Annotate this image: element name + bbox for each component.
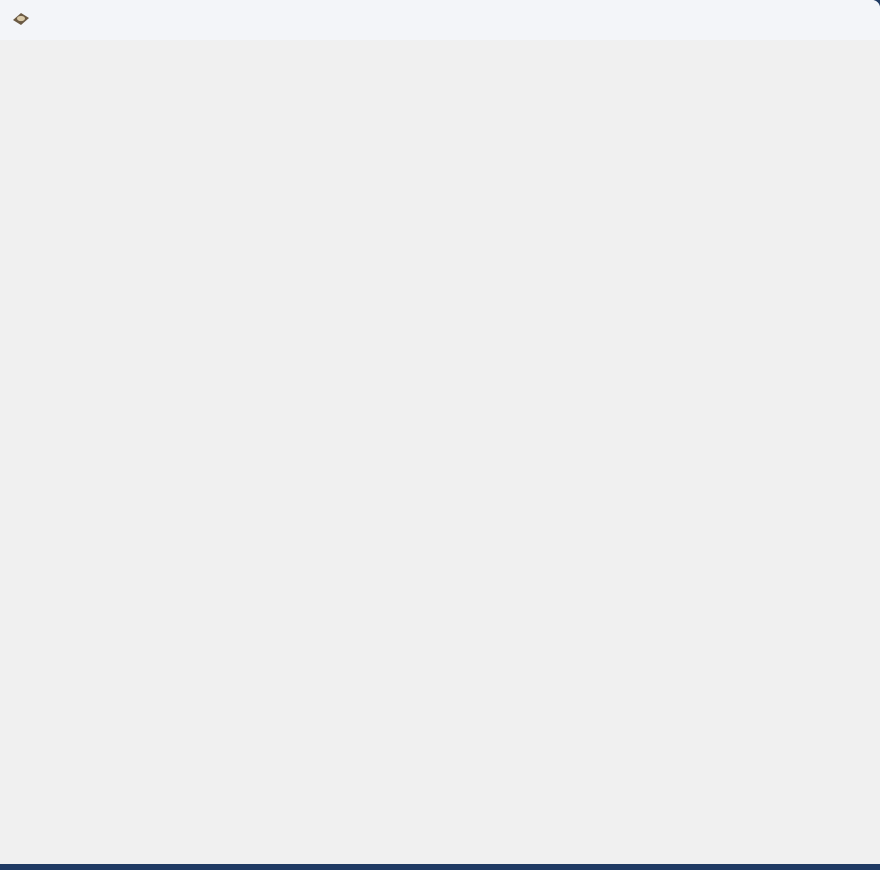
hdtune-app-icon — [13, 13, 29, 25]
title-bar — [0, 0, 880, 40]
maximize-button[interactable] — [767, 0, 813, 40]
app-window — [0, 0, 880, 864]
